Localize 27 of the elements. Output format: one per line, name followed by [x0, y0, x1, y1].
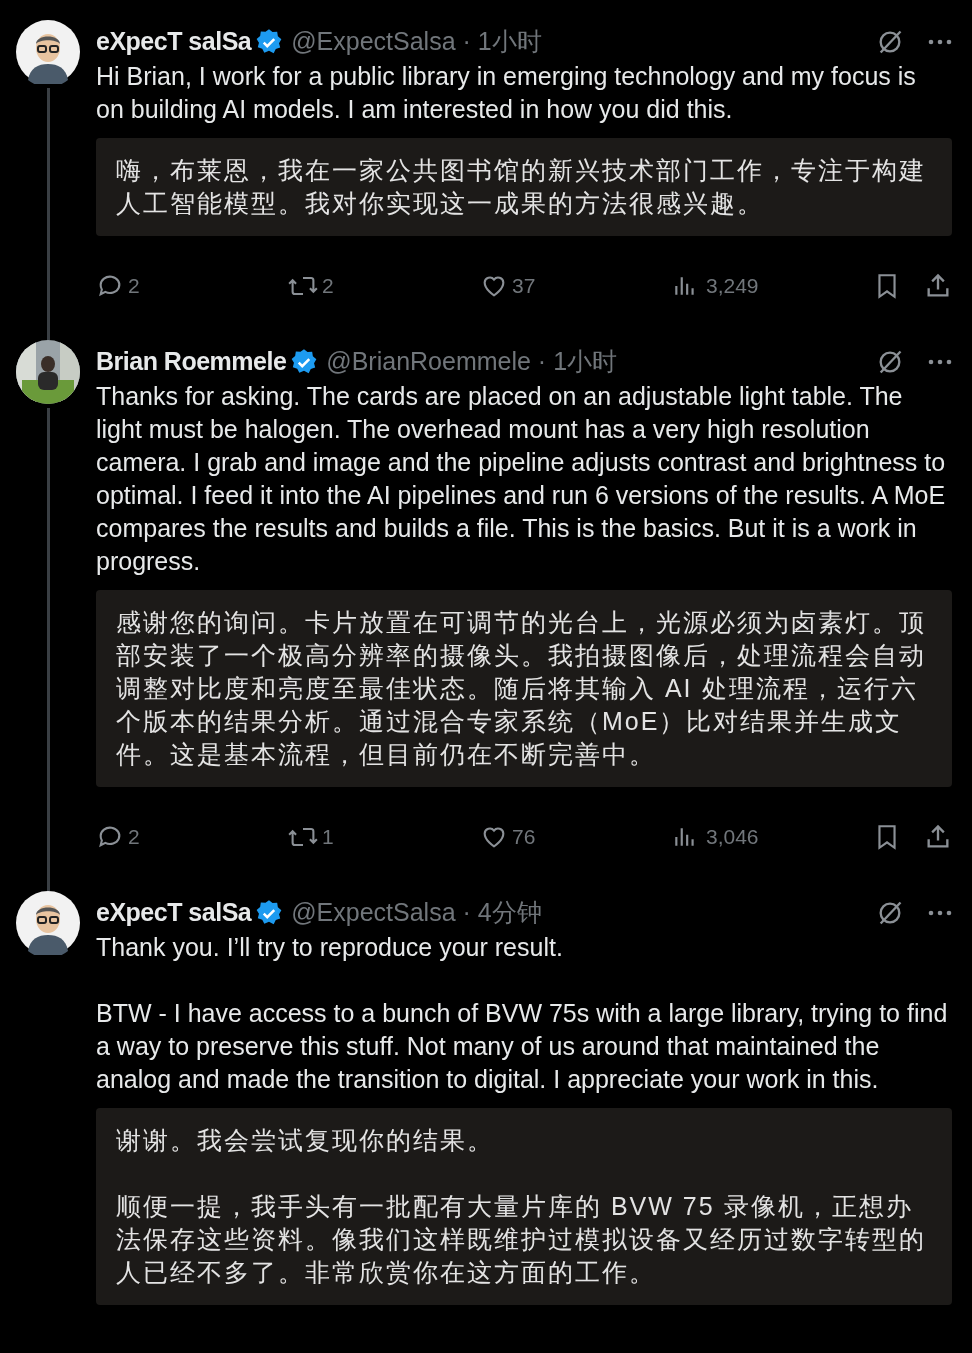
repost-count: 1 [322, 824, 334, 851]
tweet-text: Thank you. I’ll try to reproduce your result. [96, 932, 564, 963]
translation-text: 顺便一提，我手头有一批配有大量片库的 BVW 75 录像机，正想办法保存这些资料。像我们这样既维护过模拟设备又经历过数字转型的人已经不多了。非常欣赏你在这方面的工作。 [116, 1191, 927, 1288]
more-icon[interactable] [928, 358, 952, 366]
repost-count: 2 [322, 273, 334, 300]
handle-and-time: @ExpectSalsa · 1小时 [291, 26, 542, 58]
like-count: 76 [512, 824, 536, 851]
translation-text: 谢谢。我会尝试复现你的结果。 [116, 1125, 495, 1156]
tweet-text: Thanks for asking. The cards are placed on an adjustable light table. The light must be halogen. The overhead mount has a very high resolution camera. I grab and image and the pipeline adjusts contrast and brightness to optimal. I feed it into the AI pipelines and run 6 versions of the results. A MoE compares the results and builds a file. This is the basics. But it is a work in progress. [96, 381, 947, 577]
handle-and-time: @BrianRoemmele · 1小时 [326, 346, 618, 378]
author-name[interactable]: eXpecT salSa [96, 894, 252, 932]
translation-text: 感谢您的询问。卡片放置在可调节的光台上，光源必须为卤素灯。顶部安装了一个极高分辨率的摄像头。我拍摄图像后，处理流程会自动调整对比度和亮度至最佳状态。随后将其输入 AI 处理流程，运行六个版本的结果分析。通过混合专家系统（MoE）比对结果并生成文件。这是基本流程，但目前仍在不断完善中。 [116, 607, 927, 770]
avatar[interactable] [16, 891, 80, 955]
more-icon[interactable] [928, 38, 952, 46]
reply-count: 2 [128, 824, 140, 851]
more-icon[interactable] [928, 909, 952, 917]
view-count: 3,249 [706, 273, 759, 300]
tweet-text: BTW - I have access to a bunch of BVW 75s with a large library, trying to find a way to preserve this stuff. Not many of us around that maintained the analog and made the transition to digital. I appreciate your work in this. [96, 998, 948, 1095]
translation-text: 嗨，布莱恩，我在一家公共图书馆的新兴技术部门工作，专注于构建人工智能模型。我对你实现这一成果的方法很感兴趣。 [116, 155, 927, 219]
handle-and-time: @ExpectSalsa · 4分钟 [291, 897, 542, 929]
reply-count: 2 [128, 273, 140, 300]
author-name[interactable]: eXpecT salSa [96, 23, 252, 61]
tweet-text: Hi Brian, I work for a public library in emerging technology and my focus is on building AI models. I am interested in how you did this. [96, 61, 917, 125]
avatar[interactable] [16, 20, 80, 84]
view-count: 3,046 [706, 824, 759, 851]
author-name[interactable]: Brian Roemmele [96, 343, 287, 381]
like-count: 37 [512, 273, 536, 300]
